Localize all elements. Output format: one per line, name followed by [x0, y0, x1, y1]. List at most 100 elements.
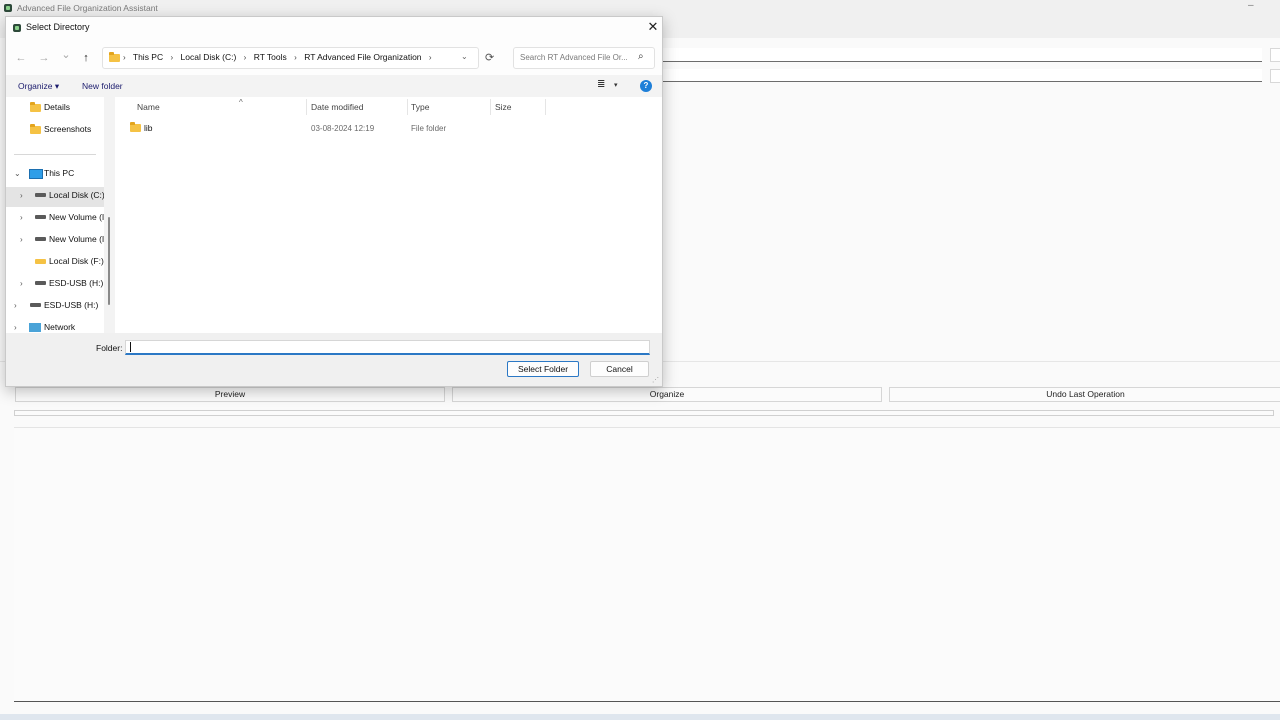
nav-item-label: This PC: [44, 168, 75, 178]
browse-target-button[interactable]: [1270, 69, 1280, 83]
folder-name-input[interactable]: [125, 340, 650, 355]
nav-item-this-pc[interactable]: ⌄ This PC: [6, 165, 104, 185]
cancel-button[interactable]: Cancel: [590, 361, 649, 377]
nav-item-esd-usb-h-root[interactable]: › ESD-USB (H:): [6, 297, 104, 317]
nav-item-network[interactable]: › Network: [6, 319, 104, 333]
refresh-icon[interactable]: ⟳: [485, 51, 494, 64]
back-arrow-icon[interactable]: ←: [14, 51, 28, 65]
nav-item-label: New Volume (I: [49, 212, 104, 222]
minimize-button[interactable]: –: [1248, 0, 1254, 11]
view-dropdown-chevron-icon[interactable]: ▾: [614, 81, 618, 89]
file-name: lib: [144, 123, 153, 133]
address-bar[interactable]: › This PC › Local Disk (C:) › RT Tools ›…: [102, 47, 479, 69]
app-titlebar: Advanced File Organization Assistant –: [0, 0, 1280, 16]
breadcrumb-this-pc[interactable]: This PC: [133, 52, 163, 62]
drive-icon: [35, 215, 46, 219]
breadcrumb-separator[interactable]: ›: [429, 53, 432, 62]
search-icon[interactable]: ⌕: [638, 51, 644, 62]
breadcrumb-separator[interactable]: ›: [294, 53, 297, 62]
dialog-title: Select Directory: [26, 22, 90, 32]
chevron-right-icon[interactable]: ›: [20, 235, 23, 244]
breadcrumb-rt-tools[interactable]: RT Tools: [254, 52, 287, 62]
undo-last-operation-button[interactable]: Undo Last Operation: [889, 387, 1280, 402]
address-dropdown-chevron-icon[interactable]: ⌄: [461, 52, 468, 61]
progress-bar: [14, 410, 1274, 416]
column-divider[interactable]: [545, 99, 546, 115]
preview-button[interactable]: Preview: [15, 387, 445, 402]
organize-button[interactable]: Organize: [452, 387, 882, 402]
chevron-right-icon[interactable]: ›: [20, 191, 23, 200]
search-input[interactable]: Search RT Advanced File Or... ⌕: [513, 47, 655, 69]
app-title: Advanced File Organization Assistant: [17, 3, 158, 13]
nav-item-label: Details: [44, 102, 70, 112]
nav-item-details[interactable]: Details: [6, 99, 104, 119]
navigation-bar: ← → ⌄ ↑ › This PC › Local Disk (C:) › RT…: [6, 39, 662, 75]
app-icon: [4, 4, 12, 12]
nav-pane-scrollbar[interactable]: [108, 217, 110, 305]
file-date-modified: 03-08-2024 12:19: [311, 124, 375, 133]
dialog-titlebar: Select Directory ✕: [6, 17, 662, 39]
column-divider[interactable]: [490, 99, 491, 115]
column-header-label: Name: [137, 102, 160, 112]
column-header-size[interactable]: Size: [495, 102, 512, 112]
view-options-icon[interactable]: ≣: [597, 79, 605, 90]
nav-item-esd-usb-h[interactable]: › ESD-USB (H:): [6, 275, 104, 295]
column-header-date-modified[interactable]: Date modified: [311, 102, 363, 112]
select-directory-dialog: Select Directory ✕ ← → ⌄ ↑ › This PC › L…: [5, 16, 663, 387]
close-icon[interactable]: ✕: [646, 19, 660, 35]
computer-icon: [29, 169, 43, 179]
resize-grip-icon[interactable]: ⋰: [652, 376, 659, 384]
network-icon: [29, 323, 41, 332]
chevron-right-icon[interactable]: ›: [20, 213, 23, 222]
usb-icon: [30, 303, 41, 307]
select-folder-button[interactable]: Select Folder: [507, 361, 579, 377]
nav-item-label: ESD-USB (H:): [49, 278, 104, 288]
source-directory-input[interactable]: [662, 48, 1262, 62]
column-divider[interactable]: [306, 99, 307, 115]
folder-label: Folder:: [96, 343, 123, 353]
help-icon[interactable]: ?: [640, 80, 652, 92]
chevron-right-icon[interactable]: ›: [20, 279, 23, 288]
file-list-pane: Name ^ Date modified Type Size lib 03-08…: [115, 97, 662, 333]
text-caret: [130, 342, 131, 352]
column-divider[interactable]: [407, 99, 408, 115]
command-bar: Organize ▾ New folder ≣ ▾ ?: [6, 75, 662, 97]
new-folder-button[interactable]: New folder: [82, 81, 123, 91]
nav-item-label: Local Disk (C:): [49, 190, 104, 200]
nav-item-local-disk-c[interactable]: › Local Disk (C:): [6, 187, 104, 207]
nav-item-local-disk-f[interactable]: Local Disk (F:): [6, 253, 104, 273]
breadcrumb-separator: ›: [123, 53, 126, 62]
column-header-type[interactable]: Type: [411, 102, 429, 112]
nav-item-new-volume-2[interactable]: › New Volume (I: [6, 231, 104, 251]
up-arrow-icon[interactable]: ↑: [79, 51, 93, 65]
taskbar-edge: [0, 714, 1280, 720]
folder-icon: [109, 52, 120, 62]
nav-item-label: Screenshots: [44, 124, 92, 134]
folder-icon: [30, 102, 41, 112]
forward-arrow-icon[interactable]: →: [37, 51, 51, 65]
log-output-area[interactable]: [14, 427, 1280, 702]
search-placeholder: Search RT Advanced File Or...: [520, 53, 628, 62]
file-row[interactable]: lib 03-08-2024 12:19 File folder: [115, 119, 662, 137]
dialog-footer: Folder: Select Folder Cancel ⋰: [6, 333, 662, 386]
nav-item-label: Network: [44, 322, 76, 332]
nav-divider: [14, 154, 96, 155]
recent-locations-chevron-icon[interactable]: ⌄: [59, 48, 73, 62]
chevron-down-icon[interactable]: ⌄: [14, 169, 21, 178]
nav-item-label: ESD-USB (H:): [44, 300, 99, 310]
usb-icon: [35, 281, 46, 285]
breadcrumb-separator[interactable]: ›: [244, 53, 247, 62]
breadcrumb-local-disk-c[interactable]: Local Disk (C:): [181, 52, 237, 62]
organize-menu-button[interactable]: Organize ▾: [18, 81, 59, 92]
target-directory-input[interactable]: [662, 69, 1262, 82]
nav-item-screenshots[interactable]: Screenshots: [6, 121, 104, 141]
navigation-pane: Details Screenshots ⌄ This PC › Local Di…: [6, 97, 104, 333]
column-header-name[interactable]: Name ^: [137, 98, 243, 112]
nav-item-new-volume-1[interactable]: › New Volume (I: [6, 209, 104, 229]
breadcrumb-separator[interactable]: ›: [171, 53, 174, 62]
browse-source-button[interactable]: [1270, 48, 1280, 62]
breadcrumb-rt-advanced-file-organization[interactable]: RT Advanced File Organization: [304, 52, 421, 62]
folder-icon: [30, 124, 41, 134]
chevron-right-icon[interactable]: ›: [14, 301, 17, 310]
chevron-right-icon[interactable]: ›: [14, 323, 17, 332]
